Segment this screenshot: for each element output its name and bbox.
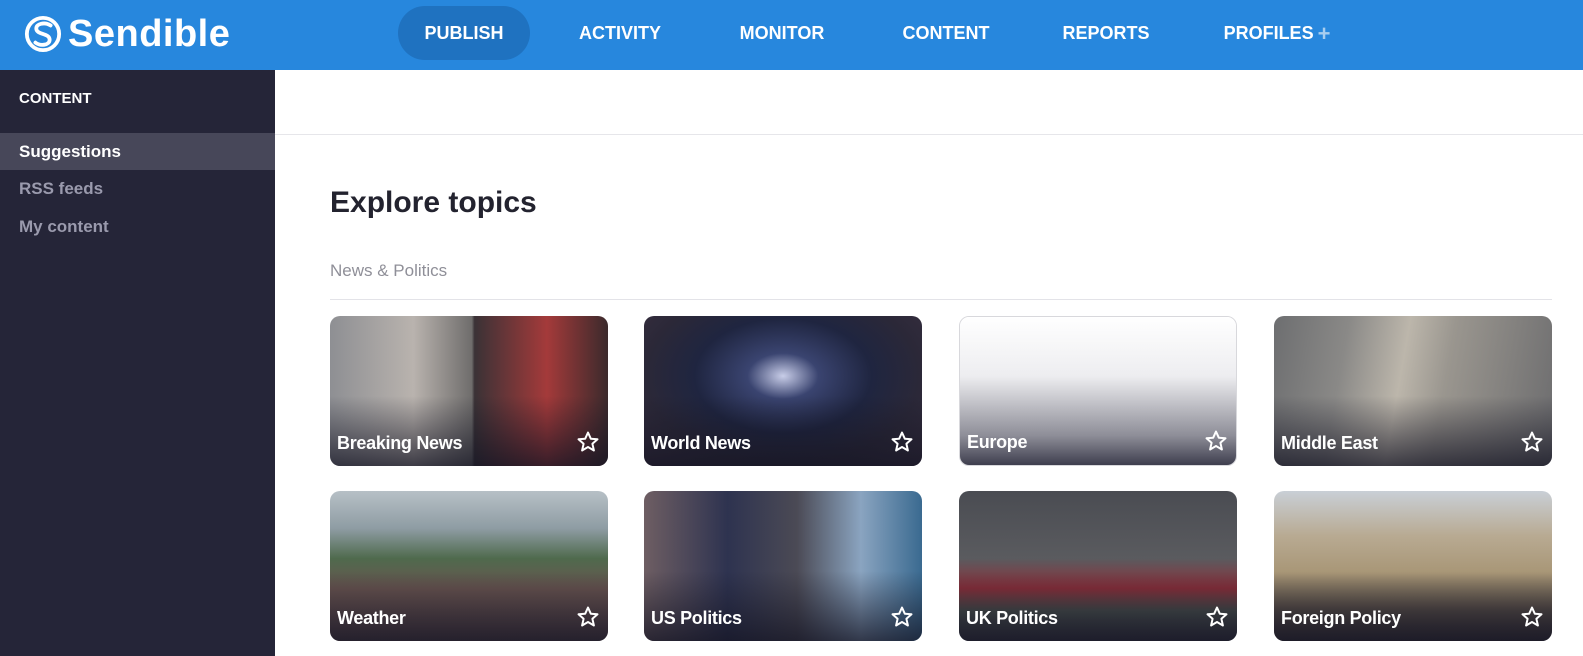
main-toolbar [275,70,1583,135]
brand-name: Sendible [68,13,231,55]
section-divider [330,299,1552,300]
nav-profiles-label: PROFILES [1223,23,1314,43]
nav-content[interactable]: CONTENT [886,6,1006,60]
topic-card-breaking-news[interactable]: Breaking News [330,316,608,466]
topic-label: UK Politics [966,608,1058,628]
topic-label: Middle East [1281,433,1378,453]
topic-card-foreign-policy[interactable]: Foreign Policy [1274,491,1552,641]
plus-icon[interactable]: + [1318,21,1331,46]
nav-activity[interactable]: ACTIVITY [560,6,680,60]
topic-shade [330,396,608,466]
topic-label: US Politics [651,608,742,628]
topic-label: World News [651,433,751,453]
topic-shade [959,571,1237,641]
star-outline-icon[interactable] [1520,430,1544,454]
top-bar: Sendible PUBLISH ACTIVITY MONITOR CONTEN… [0,0,1583,70]
nav-profiles[interactable]: PROFILES + [1212,6,1342,60]
topic-shade [330,571,608,641]
topic-label: Europe [967,432,1028,452]
topic-shade [644,396,922,466]
star-outline-icon[interactable] [1520,605,1544,629]
sidebar-item-suggestions[interactable]: Suggestions [0,133,275,170]
brand-logo[interactable]: Sendible [24,10,230,58]
sendible-logo-icon [24,15,62,53]
page-title: Explore topics [330,186,537,219]
nav-publish[interactable]: PUBLISH [398,6,530,60]
star-outline-icon[interactable] [1204,429,1228,453]
topic-card-world-news[interactable]: World News [644,316,922,466]
section-label: News & Politics [330,261,448,280]
star-outline-icon[interactable] [576,605,600,629]
topic-card-europe[interactable]: Europe [959,316,1237,466]
star-outline-icon[interactable] [890,605,914,629]
star-outline-icon[interactable] [1205,605,1229,629]
topic-label: Breaking News [337,433,463,453]
sidebar-item-rss-feeds[interactable]: RSS feeds [0,170,275,207]
nav-reports[interactable]: REPORTS [1046,6,1166,60]
sidebar-item-my-content[interactable]: My content [0,208,275,245]
topic-shade [1274,396,1552,466]
topic-shade [1274,571,1552,641]
sidebar-title: CONTENT [19,90,92,107]
topic-shade [644,571,922,641]
topic-card-uk-politics[interactable]: UK Politics [959,491,1237,641]
sidebar: CONTENT Suggestions RSS feeds My content [0,70,275,656]
topic-card-us-politics[interactable]: US Politics [644,491,922,641]
nav-monitor[interactable]: MONITOR [722,6,842,60]
topic-label: Weather [337,608,406,628]
topic-label: Foreign Policy [1281,608,1401,628]
star-outline-icon[interactable] [576,430,600,454]
topic-card-middle-east[interactable]: Middle East [1274,316,1552,466]
star-outline-icon[interactable] [890,430,914,454]
topic-card-weather[interactable]: Weather [330,491,608,641]
